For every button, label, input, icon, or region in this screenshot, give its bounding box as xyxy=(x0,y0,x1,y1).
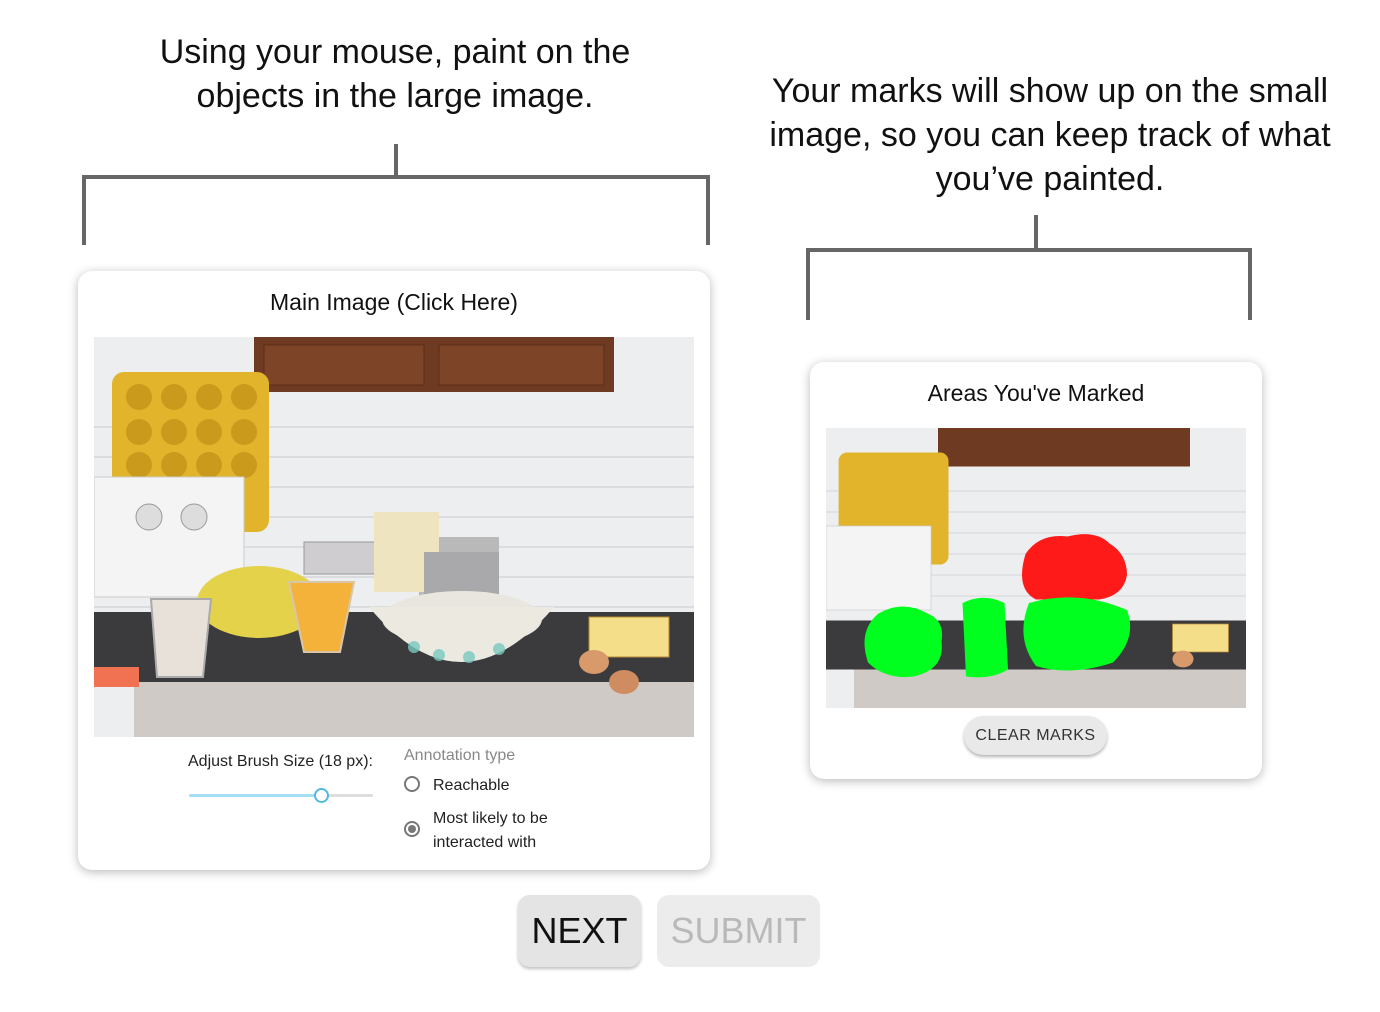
instruction-right: Your marks will show up on the small ima… xyxy=(769,72,1331,198)
next-button[interactable]: NEXT xyxy=(518,895,641,967)
main-image-canvas[interactable] xyxy=(94,337,694,737)
bracket-right xyxy=(806,248,1252,320)
option-most-likely-interacted[interactable]: Most likely to be interacted with xyxy=(404,807,574,855)
bracket-left-stem xyxy=(394,144,398,178)
annotation-type-heading: Annotation type xyxy=(404,747,516,764)
brush-size-slider-fill xyxy=(189,794,318,797)
slider-thumb-icon[interactable] xyxy=(314,788,329,803)
bracket-left xyxy=(82,175,710,245)
main-image-title: Main Image (Click Here) xyxy=(270,289,518,315)
submit-button[interactable]: SUBMIT xyxy=(657,895,820,967)
radio-unselected-icon[interactable] xyxy=(404,776,420,792)
bracket-right-stem xyxy=(1034,215,1038,249)
option-most-likely-label: Most likely to be interacted with xyxy=(433,810,548,851)
radio-selected-icon[interactable] xyxy=(404,821,420,837)
instruction-left: Using your mouse, paint on the objects i… xyxy=(159,33,631,115)
marked-areas-preview xyxy=(826,428,1246,708)
brush-size-label: Adjust Brush Size (18 px): xyxy=(188,753,373,770)
brush-size-slider[interactable] xyxy=(189,794,373,797)
option-reachable[interactable]: Reachable xyxy=(404,774,510,798)
option-reachable-label: Reachable xyxy=(433,777,510,794)
clear-marks-button[interactable]: CLEAR MARKS xyxy=(964,716,1107,755)
marked-areas-title: Areas You've Marked xyxy=(927,380,1145,406)
